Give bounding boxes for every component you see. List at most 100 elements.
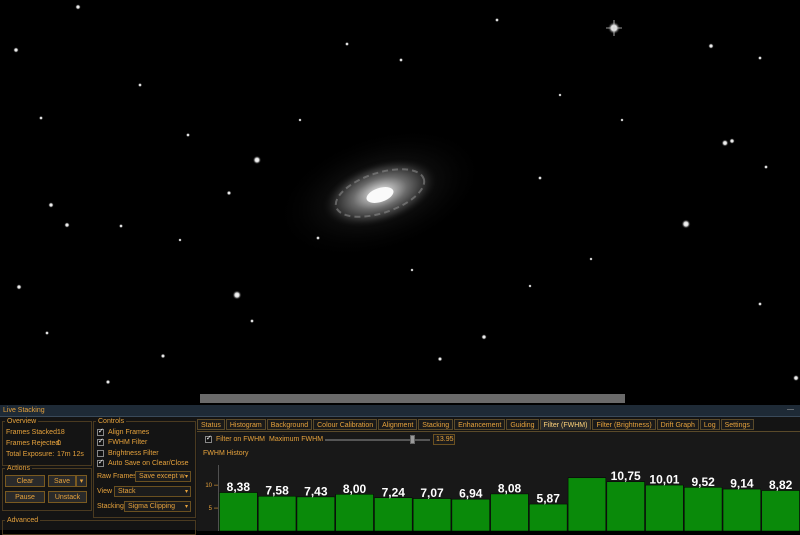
star bbox=[708, 43, 714, 49]
raw-frames-label: Raw Frames bbox=[97, 473, 137, 480]
star bbox=[410, 268, 414, 272]
tab-log[interactable]: Log bbox=[699, 419, 720, 430]
tab-settings[interactable]: Settings bbox=[720, 419, 754, 430]
pause-button[interactable]: Pause bbox=[5, 491, 45, 503]
frames-stacked-label: Frames Stacked: bbox=[6, 429, 59, 436]
frames-stacked-value: 18 bbox=[57, 429, 65, 436]
overview-legend: Overview bbox=[7, 418, 37, 425]
fwhm-bar bbox=[761, 490, 800, 531]
star bbox=[252, 155, 262, 165]
stacked-image-viewport[interactable] bbox=[0, 0, 800, 405]
raw-frames-value: Save except w bbox=[139, 473, 185, 480]
chevron-down-icon: ▾ bbox=[79, 478, 84, 485]
star bbox=[249, 318, 255, 324]
star bbox=[537, 175, 543, 181]
fwhm-bar bbox=[412, 498, 452, 531]
star bbox=[232, 290, 242, 300]
star bbox=[763, 164, 769, 170]
tab-filter-fwhm[interactable]: Filter (FWHM) bbox=[539, 419, 592, 430]
fwhm-bar bbox=[257, 495, 297, 531]
star bbox=[558, 93, 562, 97]
tab-guiding[interactable]: Guiding bbox=[506, 419, 539, 430]
view-value: Stack bbox=[118, 488, 136, 495]
panel-close-icon[interactable]: — bbox=[787, 406, 794, 413]
view-select[interactable]: Stack ▾ bbox=[114, 486, 191, 497]
fwhm-bar-label: 9,52 bbox=[691, 475, 715, 489]
tab-filter-brightness[interactable]: Filter (Brightness) bbox=[592, 419, 656, 430]
star bbox=[620, 118, 624, 122]
raw-frames-select[interactable]: Save except w ▾ bbox=[135, 471, 191, 482]
auto-save-label: Auto Save on Clear/Close bbox=[108, 460, 189, 467]
fwhm-bar-label: 7,43 bbox=[304, 484, 328, 498]
fwhm-bar-label: 8,08 bbox=[498, 481, 522, 495]
star bbox=[13, 47, 19, 53]
tab-drift-graph[interactable]: Drift Graph bbox=[656, 419, 699, 430]
star bbox=[137, 82, 143, 88]
star bbox=[16, 284, 22, 290]
max-fwhm-label: Maximum FWHM bbox=[269, 436, 324, 443]
tab-enhancement[interactable]: Enhancement bbox=[454, 419, 506, 430]
fwhm-bar bbox=[606, 481, 645, 531]
max-fwhm-input[interactable]: 13.95 bbox=[433, 434, 455, 445]
star bbox=[48, 202, 54, 208]
star bbox=[160, 353, 166, 359]
star bbox=[118, 223, 124, 229]
fwhm-bar bbox=[722, 488, 762, 531]
stacking-select[interactable]: Sigma Clipping ▾ bbox=[124, 501, 191, 512]
clear-button[interactable]: Clear bbox=[5, 475, 45, 487]
chevron-down-icon: ▾ bbox=[184, 474, 188, 480]
star-spike bbox=[606, 20, 622, 36]
save-button[interactable]: Save bbox=[48, 475, 76, 487]
y-tick-label: 10 bbox=[205, 483, 212, 489]
star bbox=[528, 284, 532, 288]
image-horizontal-scrollbar[interactable] bbox=[200, 394, 625, 403]
tab-stacking[interactable]: Stacking bbox=[418, 419, 454, 430]
view-label: View bbox=[97, 488, 113, 495]
fwhm-bar-label: 7,24 bbox=[382, 485, 406, 499]
fwhm-bar-label: 7,58 bbox=[265, 484, 289, 498]
save-dropdown-button[interactable]: ▾ bbox=[76, 475, 87, 487]
tab-strip: Status Histogram Background Colour Calibrat… bbox=[197, 419, 755, 431]
star bbox=[757, 55, 763, 61]
total-exposure-label: Total Exposure: bbox=[6, 451, 55, 458]
star bbox=[481, 334, 487, 340]
fwhm-history-label: FWHM History bbox=[203, 450, 249, 457]
fwhm-bar bbox=[296, 496, 335, 531]
stacking-label: Stacking bbox=[97, 503, 124, 510]
filter-on-fwhm-checkbox[interactable] bbox=[205, 434, 212, 443]
tab-status[interactable]: Status bbox=[197, 419, 225, 430]
tab-histogram[interactable]: Histogram bbox=[225, 419, 266, 430]
tab-colour-calibration[interactable]: Colour Calibration bbox=[313, 419, 378, 430]
filter-on-fwhm-label: Filter on FWHM bbox=[216, 436, 265, 443]
brightness-filter-checkbox[interactable] bbox=[97, 450, 104, 457]
fwhm-bar-label: 6,94 bbox=[459, 487, 483, 501]
fwhm-filter-label: FWHM Filter bbox=[108, 439, 148, 446]
fwhm-bar bbox=[567, 477, 607, 531]
y-tick-label: 5 bbox=[209, 506, 213, 512]
fwhm-bar bbox=[374, 497, 413, 531]
star bbox=[721, 139, 729, 147]
fwhm-bar bbox=[219, 492, 258, 531]
live-stacking-panel: Live Stacking — Overview Frames Stacked:… bbox=[0, 405, 800, 535]
star bbox=[398, 57, 404, 63]
star bbox=[185, 132, 191, 138]
fwhm-bar bbox=[645, 484, 684, 531]
max-fwhm-slider-thumb[interactable] bbox=[410, 435, 415, 444]
actions-legend: Actions bbox=[7, 465, 30, 472]
stacking-value: Sigma Clipping bbox=[128, 503, 176, 510]
unstack-button[interactable]: Unstack bbox=[48, 491, 87, 503]
auto-save-checkbox[interactable] bbox=[97, 458, 104, 467]
chevron-down-icon: ▾ bbox=[184, 504, 188, 510]
fwhm-bar-label: 5,87 bbox=[537, 492, 561, 506]
fwhm-filter-checkbox[interactable] bbox=[97, 437, 104, 446]
star bbox=[44, 330, 50, 336]
tab-alignment[interactable]: Alignment bbox=[378, 419, 418, 430]
align-frames-checkbox[interactable] bbox=[97, 427, 104, 436]
tab-background[interactable]: Background bbox=[266, 419, 313, 430]
fwhm-history-chart: 10 5 8,38 7,58 7,43 8,00 7,24 7,07 6,94 8,08 5,87 1… bbox=[205, 465, 800, 531]
panel-title: Live Stacking bbox=[3, 407, 45, 414]
fwhm-bar-label: 7,07 bbox=[420, 486, 444, 500]
controls-legend: Controls bbox=[98, 418, 125, 425]
fwhm-bar bbox=[335, 494, 374, 531]
star bbox=[178, 238, 182, 242]
